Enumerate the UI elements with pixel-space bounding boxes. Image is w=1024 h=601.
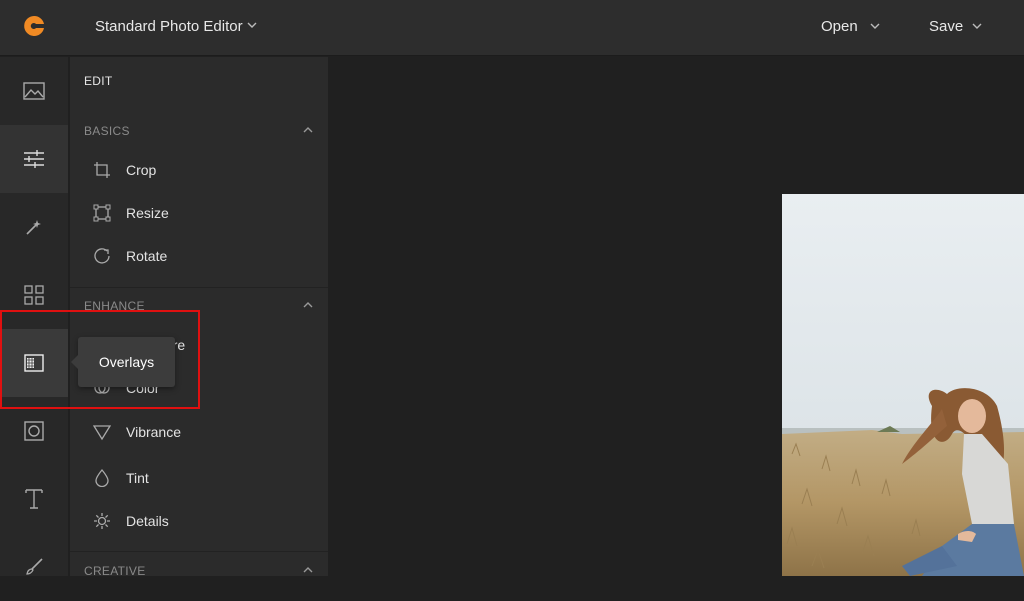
tool-label: Tint — [126, 470, 149, 486]
resize-icon — [92, 203, 112, 223]
rail-item-frames[interactable] — [0, 261, 68, 329]
details-icon — [92, 511, 112, 531]
app-logo-icon[interactable] — [22, 14, 46, 38]
tool-label: Crop — [126, 162, 157, 178]
overlays-icon — [24, 354, 44, 372]
tool-vibrance[interactable]: Vibrance — [92, 420, 181, 444]
text-icon — [25, 489, 43, 509]
section-header-enhance[interactable]: ENHANCE — [84, 299, 314, 313]
rail-item-overlays[interactable] — [0, 329, 68, 397]
square-circle-icon — [24, 421, 44, 441]
crop-icon — [92, 160, 112, 180]
open-button[interactable]: Open — [821, 18, 880, 35]
tool-label: Vibrance — [126, 424, 182, 440]
sliders-icon — [24, 150, 44, 168]
rotate-icon — [92, 246, 112, 266]
tool-details[interactable]: Details — [92, 509, 169, 533]
app-title[interactable]: Standard Photo Editor — [95, 18, 243, 35]
chevron-down-icon — [972, 23, 982, 29]
chevron-down-icon — [870, 23, 880, 29]
section-header-label: BASICS — [84, 124, 130, 138]
rail-item-vignette[interactable] — [0, 397, 68, 465]
chevron-up-icon — [303, 302, 313, 308]
open-label: Open — [821, 18, 858, 35]
vibrance-icon — [92, 422, 112, 442]
tool-label: Rotate — [126, 248, 168, 264]
tool-resize[interactable]: Resize — [92, 201, 169, 225]
photo-canvas[interactable] — [330, 57, 1024, 576]
tool-crop[interactable]: Crop — [92, 158, 156, 182]
tool-label: Resize — [126, 205, 169, 221]
save-button[interactable]: Save — [929, 18, 982, 35]
rail-item-effects[interactable] — [0, 193, 68, 261]
edit-panel: EDIT BASICS Crop Resize Rotate ENHANCE E… — [70, 57, 328, 576]
tint-icon — [92, 468, 112, 488]
rail-item-text[interactable] — [0, 465, 68, 533]
rail-item-edit[interactable] — [0, 125, 68, 193]
rail-item-draw[interactable] — [0, 533, 68, 601]
chevron-up-icon — [303, 567, 313, 573]
brush-icon — [26, 558, 43, 575]
photo-preview[interactable] — [782, 194, 1024, 576]
section-header-creative[interactable]: CREATIVE — [84, 564, 314, 576]
magic-wand-icon — [26, 220, 41, 235]
section-divider — [70, 551, 328, 552]
save-label: Save — [929, 18, 964, 35]
tool-rotate[interactable]: Rotate — [92, 244, 167, 268]
photo-image — [782, 194, 1024, 576]
top-bar: Standard Photo Editor Open Save — [0, 0, 1024, 56]
panel-title: EDIT — [84, 74, 113, 88]
rail-item-image[interactable] — [0, 57, 68, 125]
section-header-label: ENHANCE — [84, 299, 145, 313]
chevron-up-icon — [303, 127, 313, 133]
image-icon — [23, 82, 45, 100]
overlays-tooltip: Overlays — [71, 337, 175, 387]
section-header-basics[interactable]: BASICS — [84, 124, 314, 138]
tool-tint[interactable]: Tint — [92, 466, 149, 490]
chevron-down-icon[interactable] — [246, 19, 258, 31]
grid-icon — [24, 285, 44, 305]
section-divider — [70, 287, 328, 288]
section-header-label: CREATIVE — [84, 564, 146, 576]
tool-label: Details — [126, 513, 169, 529]
tool-rail — [0, 57, 68, 576]
